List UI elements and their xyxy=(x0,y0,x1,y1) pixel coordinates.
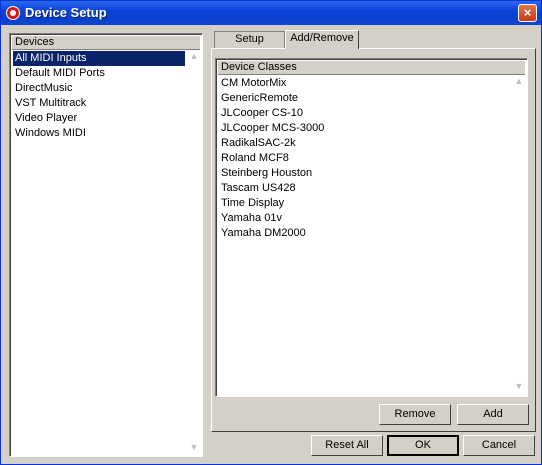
add-remove-page: Device Classes CM MotorMix GenericRemote J… xyxy=(211,48,536,432)
devices-list[interactable]: Devices All MIDI Inputs Default MIDI Port… xyxy=(9,33,203,457)
scroll-down-icon[interactable]: ▼ xyxy=(188,442,200,452)
devices-header: Devices xyxy=(12,36,200,50)
device-class-list-item[interactable]: CM MotorMix xyxy=(219,76,511,91)
device-classes-header: Device Classes xyxy=(218,61,525,75)
device-class-list-item[interactable]: JLCooper MCS-3000 xyxy=(219,121,511,136)
tab-add-remove-label: Add/Remove xyxy=(290,32,354,44)
close-icon: × xyxy=(523,5,532,20)
cancel-button[interactable]: Cancel xyxy=(463,435,535,456)
ok-button[interactable]: OK xyxy=(387,435,459,456)
remove-button[interactable]: Remove xyxy=(379,404,451,425)
device-class-list-item[interactable]: Yamaha DM2000 xyxy=(219,226,511,241)
tab-setup[interactable]: Setup xyxy=(214,31,285,48)
title-bar[interactable]: Device Setup × xyxy=(1,1,541,25)
device-class-list-item[interactable]: Steinberg Houston xyxy=(219,166,511,181)
device-list-item[interactable]: All MIDI Inputs xyxy=(13,51,185,66)
scroll-up-icon[interactable]: ▲ xyxy=(513,76,525,86)
tab-add-remove[interactable]: Add/Remove xyxy=(285,30,359,49)
device-class-list-item[interactable]: GenericRemote xyxy=(219,91,511,106)
device-class-list-item[interactable]: Time Display xyxy=(219,196,511,211)
tab-setup-label: Setup xyxy=(235,33,264,45)
reset-all-button[interactable]: Reset All xyxy=(311,435,383,456)
cubase-logo-icon xyxy=(6,6,20,20)
device-list-item[interactable]: DirectMusic xyxy=(13,81,185,96)
window-title: Device Setup xyxy=(25,5,107,20)
device-classes-list[interactable]: Device Classes CM MotorMix GenericRemote J… xyxy=(215,58,528,397)
device-class-list-item[interactable]: Yamaha 01v xyxy=(219,211,511,226)
add-button[interactable]: Add xyxy=(457,404,529,425)
close-button[interactable]: × xyxy=(518,4,537,22)
device-list-item[interactable]: VST Multitrack xyxy=(13,96,185,111)
device-class-list-item[interactable]: JLCooper CS-10 xyxy=(219,106,511,121)
device-class-list-item[interactable]: Roland MCF8 xyxy=(219,151,511,166)
device-list-item[interactable]: Windows MIDI xyxy=(13,126,185,141)
device-list-item[interactable]: Default MIDI Ports xyxy=(13,66,185,81)
device-setup-window: Device Setup × Devices All MIDI Inputs De… xyxy=(0,0,542,465)
device-list-item[interactable]: Video Player xyxy=(13,111,185,126)
device-class-list-item[interactable]: Tascam US428 xyxy=(219,181,511,196)
scroll-down-icon[interactable]: ▼ xyxy=(513,381,525,391)
scroll-up-icon[interactable]: ▲ xyxy=(188,51,200,61)
device-class-list-item[interactable]: RadikalSAC-2k xyxy=(219,136,511,151)
